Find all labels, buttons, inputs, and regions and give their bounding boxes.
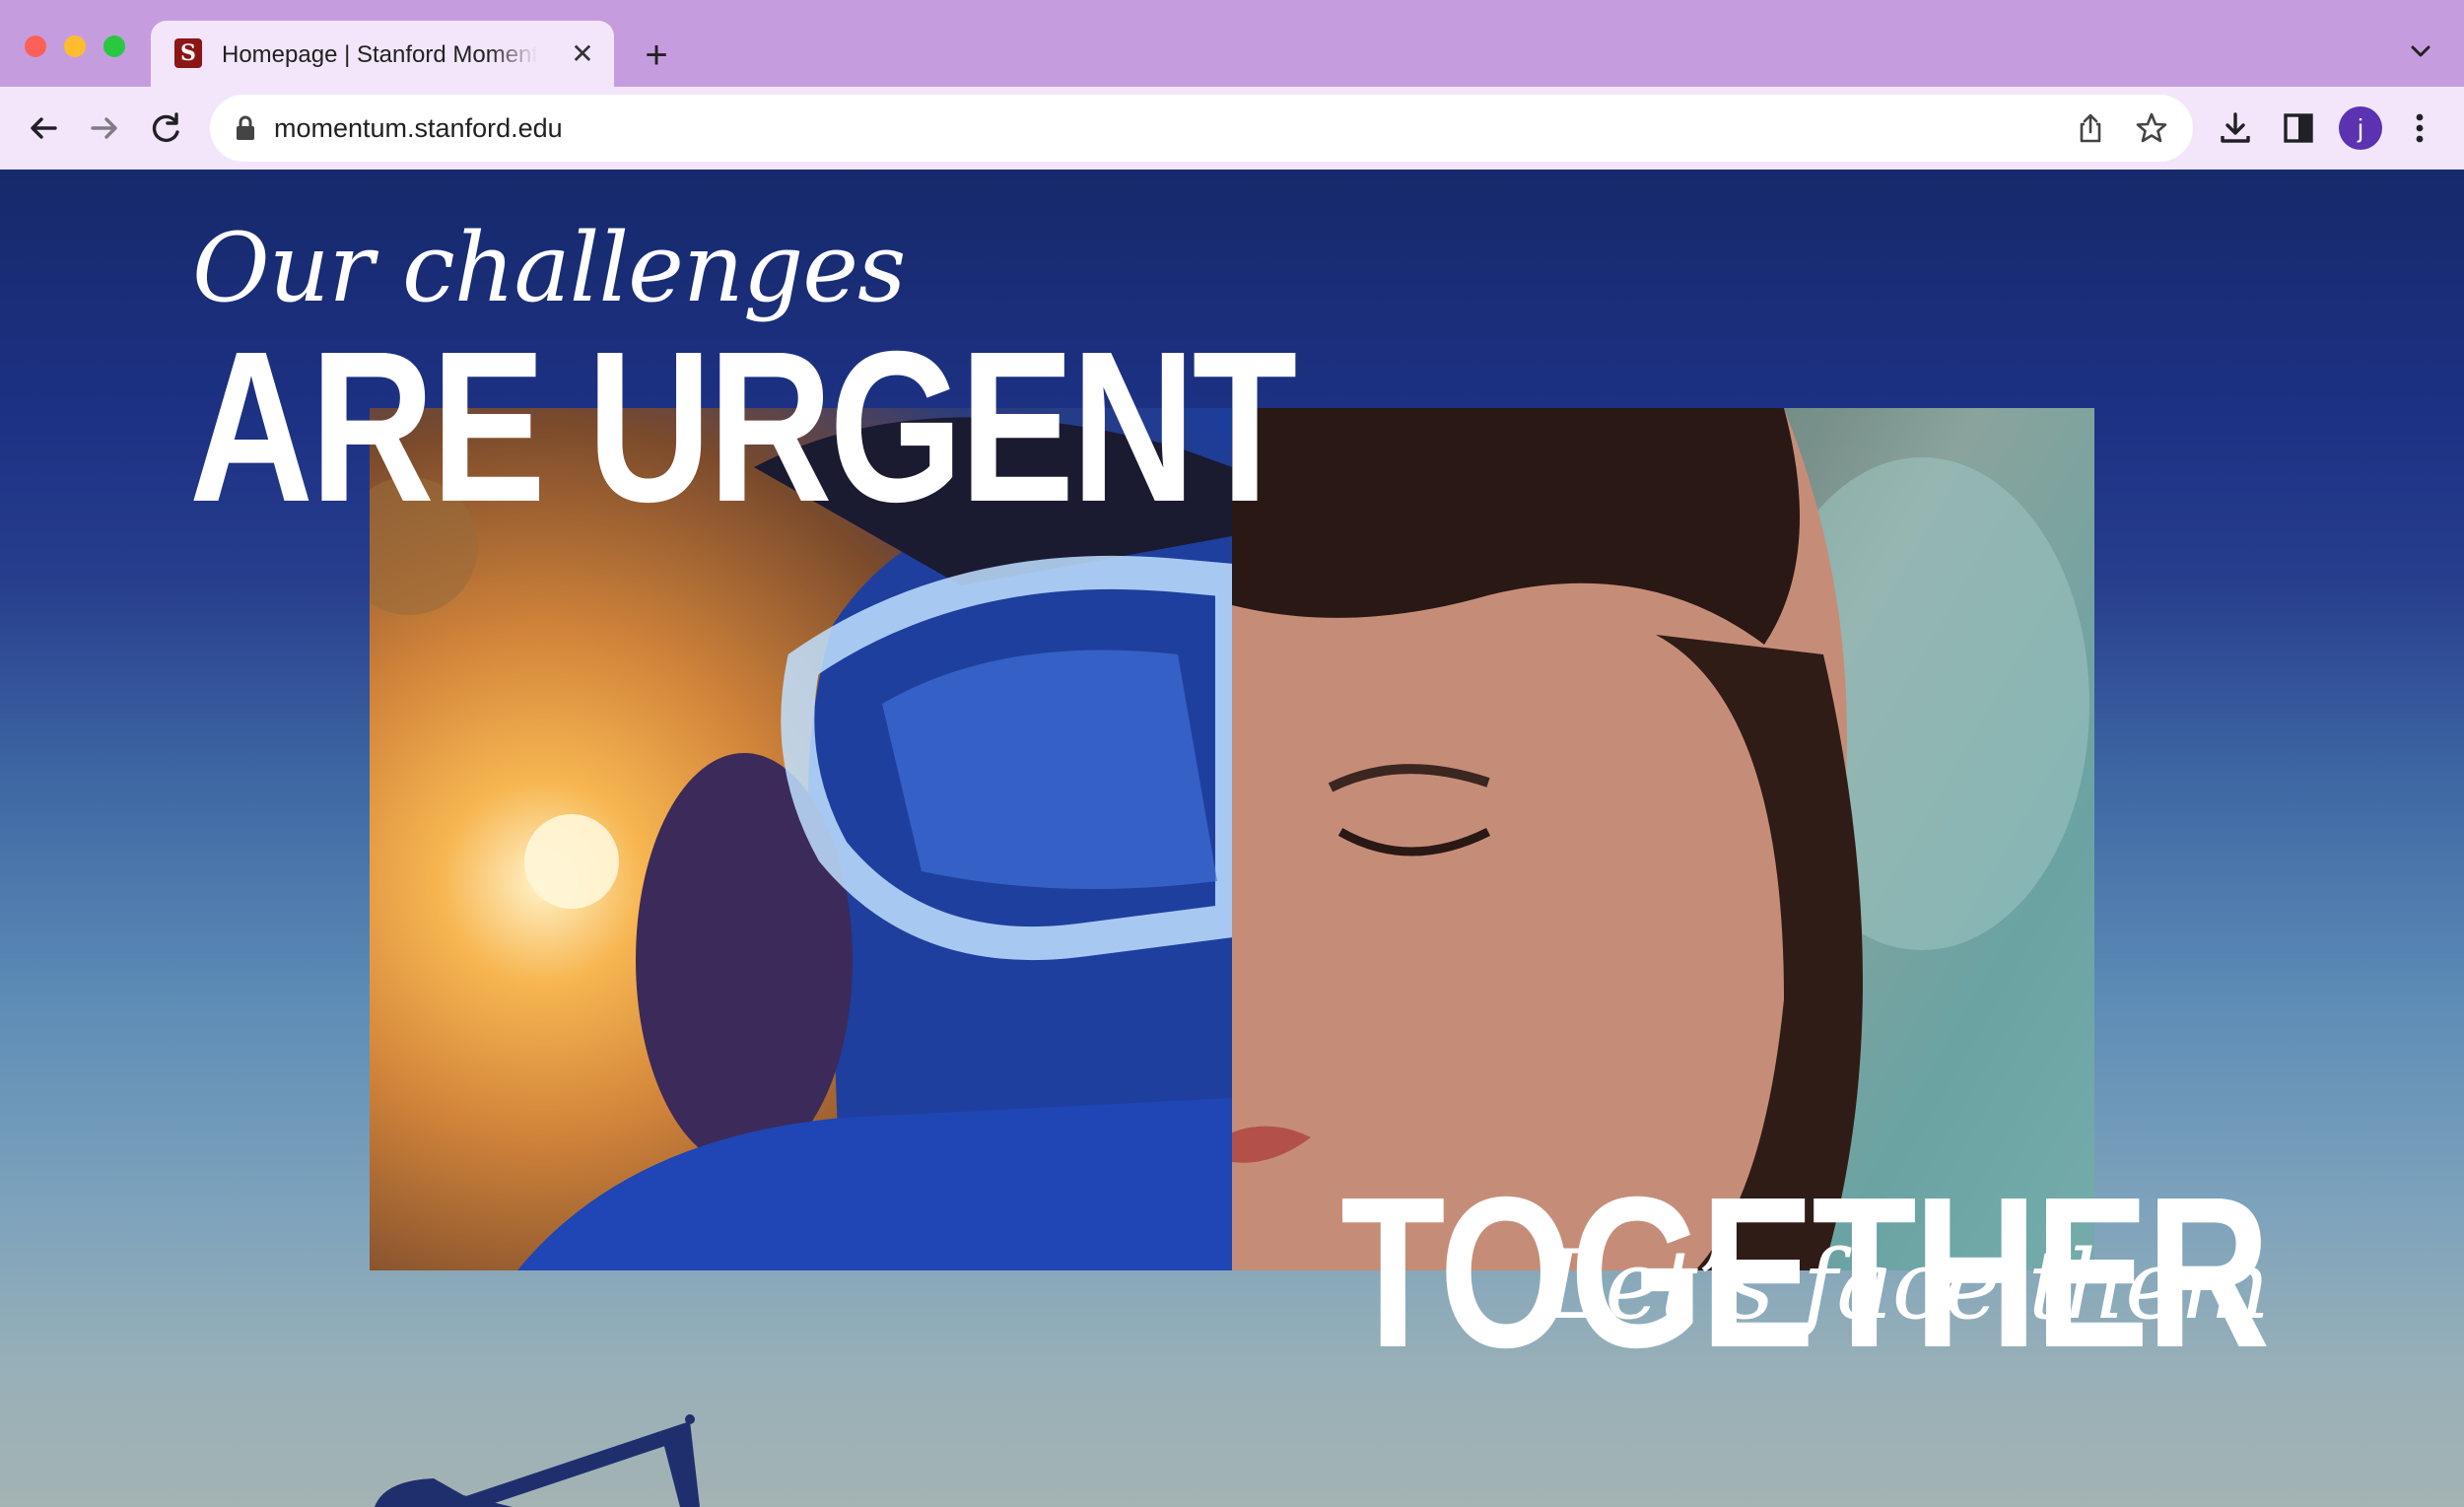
tab-title: Homepage | Stanford Momentum bbox=[222, 41, 537, 68]
profile-avatar[interactable]: j bbox=[2339, 106, 2382, 150]
lock-icon[interactable] bbox=[234, 114, 257, 142]
stanford-favicon-icon: S bbox=[174, 38, 202, 68]
hero-heading-line-4: TOGETHER bbox=[1339, 1153, 2270, 1393]
minimize-window-button[interactable] bbox=[64, 35, 86, 57]
close-window-button[interactable] bbox=[25, 35, 46, 57]
new-tab-button[interactable]: + bbox=[635, 34, 678, 77]
crane-silhouette-image bbox=[365, 1402, 838, 1507]
back-arrow-icon[interactable] bbox=[20, 104, 67, 152]
browser-window: S Homepage | Stanford Momentum ✕ + momen… bbox=[0, 0, 2464, 1507]
download-icon[interactable] bbox=[2216, 108, 2255, 148]
zoom-window-button[interactable] bbox=[103, 35, 125, 57]
close-tab-icon[interactable]: ✕ bbox=[565, 36, 600, 72]
child-portrait-photo bbox=[1232, 408, 2094, 1270]
share-icon[interactable] bbox=[2073, 110, 2108, 146]
bookmark-star-icon[interactable] bbox=[2134, 110, 2169, 146]
address-bar[interactable]: momentum.stanford.edu bbox=[210, 95, 2193, 162]
browser-toolbar: momentum.stanford.edu j bbox=[0, 87, 2464, 170]
kebab-menu-icon[interactable] bbox=[2405, 108, 2434, 148]
page-viewport: Our challenges ARE URGENT Let’s face the… bbox=[0, 170, 2464, 1507]
forward-arrow-icon[interactable] bbox=[81, 104, 128, 152]
reload-icon[interactable] bbox=[143, 104, 190, 152]
side-panel-icon[interactable] bbox=[2279, 108, 2318, 148]
hero-heading-line-2: ARE URGENT bbox=[189, 308, 1297, 547]
tab-search-chevron-icon[interactable] bbox=[2405, 35, 2436, 67]
tab-strip: S Homepage | Stanford Momentum ✕ + bbox=[0, 0, 2464, 87]
url-text[interactable]: momentum.stanford.edu bbox=[274, 95, 563, 162]
browser-tab-active[interactable]: S Homepage | Stanford Momentum ✕ bbox=[151, 21, 614, 87]
